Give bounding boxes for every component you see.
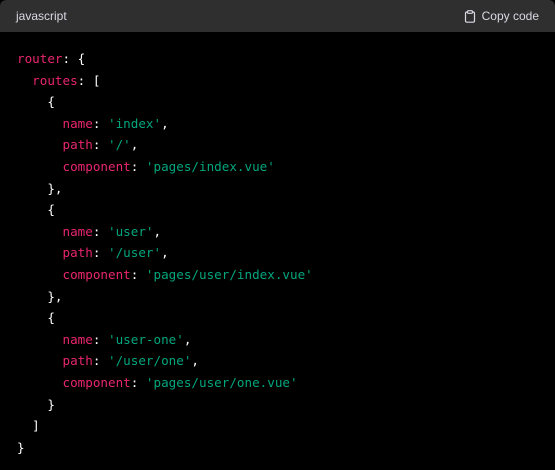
code-punctuation xyxy=(17,245,63,260)
code-string: 'pages/user/index.vue' xyxy=(145,266,313,282)
code-punctuation: : xyxy=(92,353,109,369)
code-punctuation: , xyxy=(161,245,169,261)
code-string: 'pages/index.vue' xyxy=(145,158,275,174)
code-punctuation: }, xyxy=(17,180,63,196)
code-punctuation: } xyxy=(17,439,25,455)
code-line: { xyxy=(17,307,538,329)
code-punctuation: , xyxy=(191,353,200,369)
code-line: }, xyxy=(17,178,538,200)
code-punctuation xyxy=(17,73,32,88)
language-label: javascript xyxy=(16,9,67,23)
code-string: 'user' xyxy=(108,223,154,239)
code-key: path xyxy=(62,245,93,261)
code-line: component: 'pages/user/one.vue' xyxy=(17,372,538,394)
code-punctuation: { xyxy=(17,202,55,218)
code-key: component xyxy=(62,374,131,390)
code-key: name xyxy=(62,331,93,347)
code-line: name: 'index', xyxy=(17,113,538,135)
code-key: path xyxy=(62,353,93,369)
code-punctuation: ] xyxy=(17,418,40,434)
code-header: javascript Copy code xyxy=(0,0,555,32)
code-punctuation: }, xyxy=(17,288,63,304)
code-key: name xyxy=(62,223,93,239)
code-line: { xyxy=(17,91,538,113)
code-punctuation: : xyxy=(130,266,146,282)
code-line: path: '/user/one', xyxy=(17,350,538,372)
code-punctuation xyxy=(17,375,63,390)
code-line: component: 'pages/index.vue' xyxy=(17,156,538,178)
code-punctuation xyxy=(17,332,63,347)
code-punctuation: : xyxy=(92,137,109,153)
code-line: routes: [ xyxy=(17,70,538,92)
code-line: component: 'pages/user/index.vue' xyxy=(17,264,538,286)
code-line: path: '/', xyxy=(17,134,538,156)
code-key: component xyxy=(62,266,131,282)
code-punctuation: : xyxy=(92,115,109,131)
code-line: router: { xyxy=(17,48,538,70)
code-punctuation: : xyxy=(130,158,146,174)
copy-code-button[interactable]: Copy code xyxy=(464,9,539,23)
code-string: 'pages/user/one.vue' xyxy=(145,374,298,390)
code-punctuation xyxy=(17,159,63,174)
code-line: name: 'user-one', xyxy=(17,329,538,351)
code-punctuation xyxy=(17,116,63,131)
code-punctuation: : [ xyxy=(77,72,101,88)
code-string: '/user' xyxy=(108,245,162,261)
code-key: name xyxy=(62,115,93,131)
code-string: '/' xyxy=(108,137,131,153)
code-punctuation: : xyxy=(92,245,109,261)
code-punctuation xyxy=(17,137,63,152)
code-punctuation: , xyxy=(183,331,192,347)
code-punctuation: } xyxy=(17,396,55,412)
code-punctuation: , xyxy=(130,137,139,153)
code-line: { xyxy=(17,199,538,221)
code-content[interactable]: router: { routes: [ { name: 'index', pat… xyxy=(0,32,555,458)
code-punctuation xyxy=(17,224,63,239)
copy-code-label: Copy code xyxy=(481,9,539,23)
clipboard-icon xyxy=(464,9,476,23)
code-punctuation: : xyxy=(92,331,109,347)
code-key: router xyxy=(17,51,63,66)
code-key: path xyxy=(62,137,93,153)
code-line: }, xyxy=(17,286,538,308)
code-punctuation xyxy=(17,267,63,282)
code-key: routes xyxy=(32,72,78,88)
code-line: } xyxy=(17,437,538,459)
code-punctuation xyxy=(17,353,63,368)
code-block: javascript Copy code router: { routes: [… xyxy=(0,0,555,470)
code-punctuation: { xyxy=(17,94,55,110)
code-punctuation: : xyxy=(92,223,109,239)
code-punctuation: , xyxy=(161,115,169,131)
code-string: 'user-one' xyxy=(108,331,184,347)
code-line: ] xyxy=(17,415,538,437)
code-punctuation: , xyxy=(153,223,162,239)
code-punctuation: { xyxy=(17,310,55,326)
code-string: 'index' xyxy=(108,115,162,131)
code-key: component xyxy=(62,158,131,174)
code-line: path: '/user', xyxy=(17,242,538,264)
code-punctuation: : xyxy=(130,374,146,390)
code-punctuation: : { xyxy=(62,51,86,66)
code-line: name: 'user', xyxy=(17,221,538,243)
code-string: '/user/one' xyxy=(108,353,192,369)
code-line: } xyxy=(17,394,538,416)
